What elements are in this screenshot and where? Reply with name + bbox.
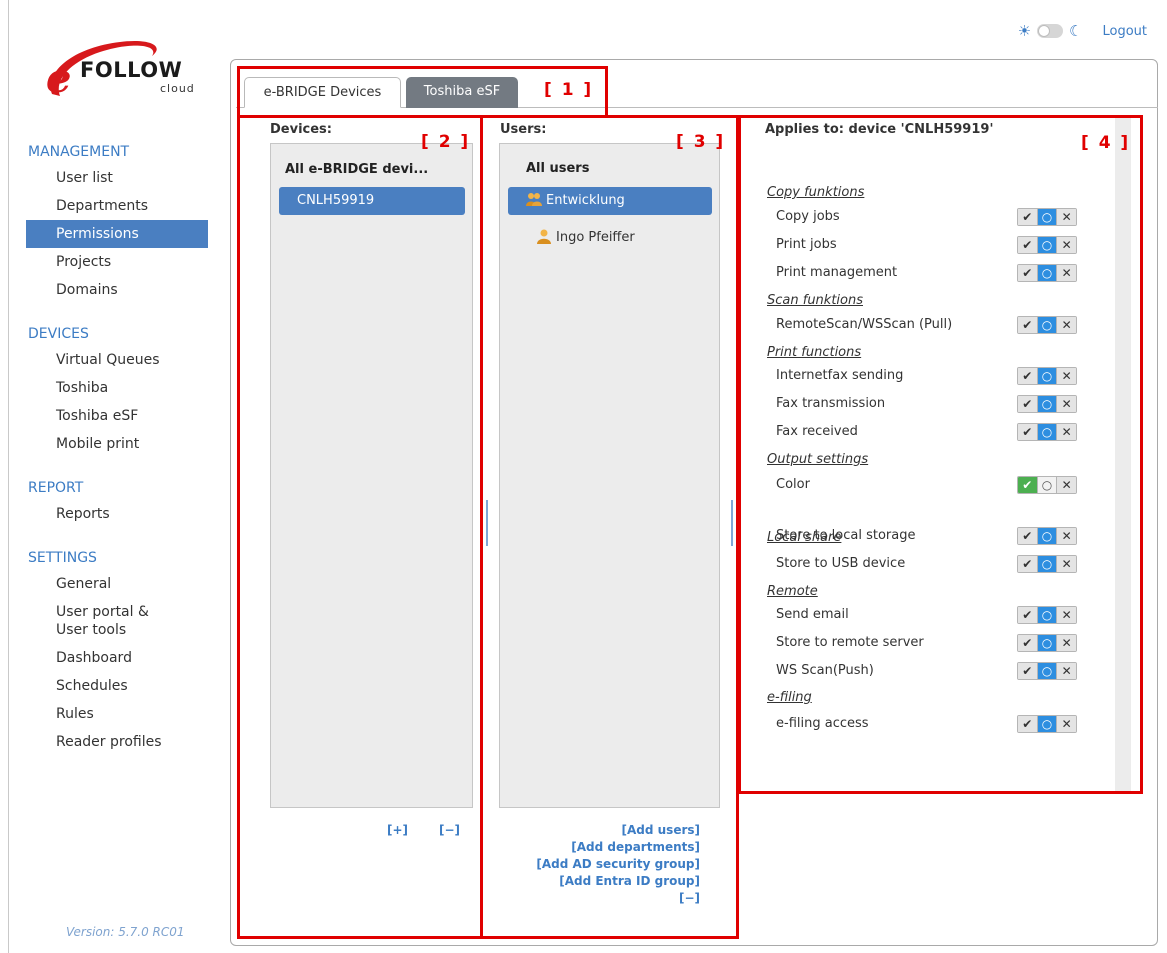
- sidebar-item-departments[interactable]: Departments: [26, 192, 208, 220]
- sidebar-item-virtual-queues[interactable]: Virtual Queues: [26, 346, 208, 374]
- efollow-logo: e FOLLOW cloud: [40, 34, 210, 104]
- annotation-box-3: [480, 115, 739, 939]
- sidebar-item-general[interactable]: General: [26, 570, 208, 598]
- moon-icon[interactable]: ☾: [1069, 22, 1082, 40]
- annotation-label-3: [ 3 ]: [676, 132, 726, 152]
- sidebar-item-toshiba-esf[interactable]: Toshiba eSF: [26, 402, 208, 430]
- sun-icon[interactable]: ☀: [1018, 22, 1031, 40]
- annotation-label-1: [ 1 ]: [544, 80, 594, 100]
- annotation-label-2: [ 2 ]: [421, 132, 471, 152]
- logo-brand: FOLLOW: [80, 58, 183, 82]
- nav-heading: REPORT: [28, 480, 84, 496]
- top-bar: ☀ ☾ Logout: [1018, 22, 1147, 40]
- sidebar-item-line: User tools: [56, 622, 127, 638]
- sidebar-item-toshiba[interactable]: Toshiba: [26, 374, 208, 402]
- nav-section-management: MANAGEMENT User list Departments Permission…: [26, 140, 208, 304]
- theme-toggle[interactable]: [1037, 24, 1064, 38]
- nav-section-report: REPORT Reports: [26, 476, 208, 528]
- nav-section-devices: DEVICES Virtual Queues Toshiba Toshiba eSF M…: [26, 322, 208, 458]
- nav-heading: DEVICES: [28, 326, 89, 342]
- sidebar-item-user-list[interactable]: User list: [26, 164, 208, 192]
- sidebar-item-dashboard[interactable]: Dashboard: [26, 644, 208, 672]
- annotation-label-4: [ 4 ]: [1081, 133, 1131, 153]
- sidebar-item-line: User portal &: [56, 604, 149, 620]
- nav-heading: SETTINGS: [28, 550, 97, 566]
- sidebar-item-rules[interactable]: Rules: [26, 700, 208, 728]
- logo-sub: cloud: [160, 82, 195, 95]
- logo-e: e: [46, 55, 71, 102]
- nav-section-settings: SETTINGS General User portal & User tools Da…: [26, 546, 208, 756]
- sidebar-item-user-portal-user-tools[interactable]: User portal & User tools: [26, 598, 208, 644]
- logout-link[interactable]: Logout: [1102, 24, 1147, 39]
- sidebar-item-mobile-print[interactable]: Mobile print: [26, 430, 208, 458]
- sidebar-item-schedules[interactable]: Schedules: [26, 672, 208, 700]
- window-left-edge: [8, 0, 9, 953]
- sidebar-nav: MANAGEMENT User list Departments Permission…: [26, 140, 208, 774]
- version-label: Version: 5.7.0 RC01: [66, 925, 185, 939]
- sidebar-item-permissions[interactable]: Permissions: [26, 220, 208, 248]
- sidebar-item-reader-profiles[interactable]: Reader profiles: [26, 728, 208, 756]
- annotation-box-4: [738, 115, 1143, 794]
- annotation-box-2: [237, 115, 483, 939]
- theme-toggle-knob: [1038, 25, 1051, 37]
- sidebar-item-domains[interactable]: Domains: [26, 276, 208, 304]
- sidebar-item-reports[interactable]: Reports: [26, 500, 208, 528]
- sidebar-item-projects[interactable]: Projects: [26, 248, 208, 276]
- nav-heading: MANAGEMENT: [28, 144, 130, 160]
